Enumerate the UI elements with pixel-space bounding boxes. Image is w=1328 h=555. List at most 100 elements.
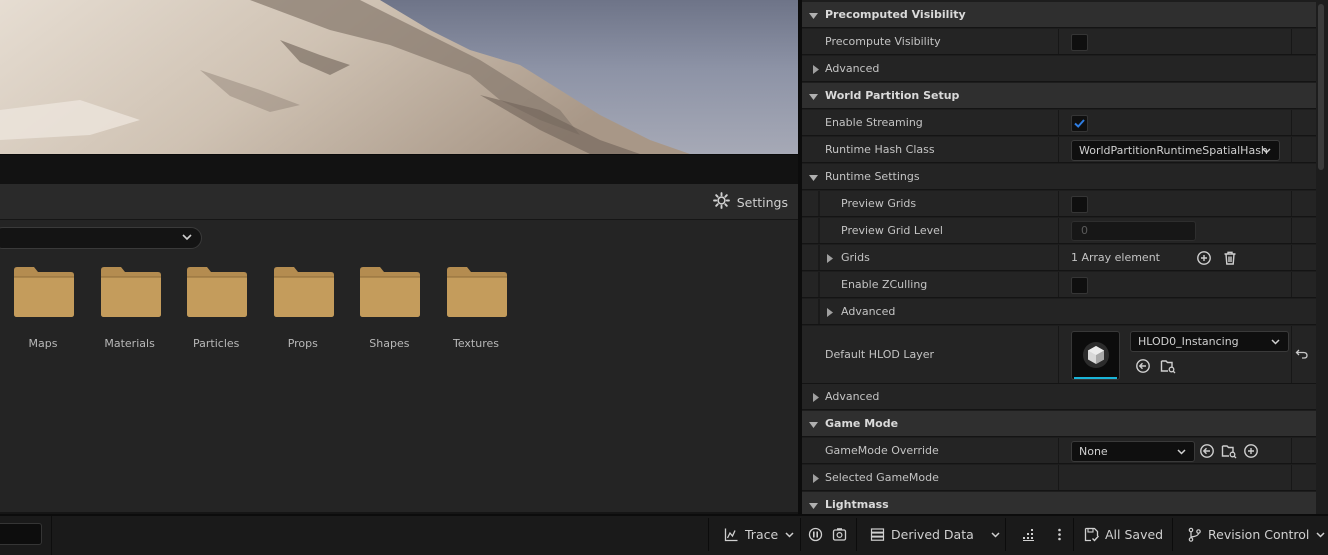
add-element-button[interactable] bbox=[1196, 250, 1212, 266]
path-filter-dropdown[interactable] bbox=[0, 227, 202, 249]
hlod-asset-thumbnail[interactable] bbox=[1071, 331, 1120, 380]
console-command-input[interactable] bbox=[0, 523, 42, 545]
folder-label: Props bbox=[287, 337, 318, 350]
content-browser-toolbar: Settings bbox=[0, 184, 798, 220]
folder-label: Materials bbox=[104, 337, 155, 350]
preview-grid-level-input[interactable]: 0 bbox=[1071, 221, 1196, 241]
property-row-advanced[interactable]: Advanced bbox=[802, 56, 1316, 82]
property-label: Preview Grid Level bbox=[841, 224, 943, 237]
folder-icon bbox=[273, 267, 334, 317]
column-divider bbox=[1058, 438, 1059, 463]
property-row-grids: Grids 1 Array element bbox=[802, 245, 1316, 271]
revision-control-label: Revision Control bbox=[1208, 526, 1310, 542]
viewport-mountain-render bbox=[0, 0, 690, 154]
derived-data-menu-button[interactable]: Derived Data bbox=[870, 516, 1001, 552]
column-divider bbox=[1291, 191, 1292, 216]
category-precomputed-visibility[interactable]: Precomputed Visibility bbox=[802, 2, 1316, 28]
revision-control-menu-button[interactable]: Revision Control bbox=[1187, 516, 1326, 552]
property-label: Enable ZCulling bbox=[841, 278, 928, 291]
new-class-button[interactable] bbox=[1243, 443, 1259, 459]
column-divider bbox=[1291, 29, 1292, 54]
trace-snapshot-button[interactable] bbox=[832, 516, 847, 552]
collapsed-triangle-icon bbox=[813, 393, 819, 402]
details-scrollbar[interactable] bbox=[1318, 4, 1324, 170]
use-selected-class-button[interactable] bbox=[1199, 443, 1215, 459]
property-row-default-hlod-layer: Default HLOD Layer HLOD0_Instancing bbox=[802, 326, 1316, 384]
precompute-visibility-checkbox[interactable] bbox=[1071, 34, 1088, 51]
settings-button[interactable]: Settings bbox=[712, 190, 788, 214]
expand-triangle-icon bbox=[809, 94, 818, 100]
more-options-button[interactable] bbox=[1052, 516, 1067, 552]
status-bar: Trace Derived Data All Saved Revision Co… bbox=[0, 514, 1328, 555]
content-stats-button[interactable] bbox=[1021, 516, 1036, 552]
checkmark-icon bbox=[1074, 119, 1085, 128]
expand-triangle-icon bbox=[809, 503, 818, 509]
use-selected-asset-button[interactable] bbox=[1135, 358, 1151, 374]
world-settings-details-panel: Precomputed Visibility Precompute Visibi… bbox=[802, 0, 1328, 514]
trace-chart-icon bbox=[724, 528, 738, 541]
folder-tile[interactable]: Maps bbox=[3, 262, 83, 352]
column-divider bbox=[1291, 245, 1292, 270]
category-game-mode[interactable]: Game Mode bbox=[802, 411, 1316, 437]
folder-tile[interactable]: Shapes bbox=[349, 262, 429, 352]
kebab-menu-icon bbox=[1058, 528, 1061, 540]
reset-to-default-button[interactable] bbox=[1295, 347, 1309, 361]
status-separator bbox=[800, 518, 801, 551]
status-separator bbox=[1005, 518, 1006, 551]
subcategory-runtime-settings[interactable]: Runtime Settings bbox=[802, 164, 1316, 190]
advanced-label: Advanced bbox=[825, 390, 880, 403]
delete-all-button[interactable] bbox=[1222, 250, 1238, 266]
dropdown-value: WorldPartitionRuntimeSpatialHash bbox=[1079, 144, 1268, 157]
folder-search-icon bbox=[1221, 445, 1237, 459]
column-divider bbox=[1291, 137, 1292, 162]
browse-asset-button[interactable] bbox=[1160, 358, 1176, 374]
indent-bar bbox=[818, 245, 820, 270]
folder-tile[interactable]: Materials bbox=[90, 262, 170, 352]
trace-label: Trace bbox=[745, 526, 779, 542]
folder-tile[interactable]: Particles bbox=[176, 262, 256, 352]
cube-asset-icon bbox=[1083, 342, 1109, 368]
runtime-hash-class-dropdown[interactable]: WorldPartitionRuntimeSpatialHash bbox=[1071, 140, 1280, 161]
folder-tile[interactable]: Textures bbox=[436, 262, 516, 352]
content-browser: Settings Maps Materials Particles Props Shap… bbox=[0, 184, 798, 512]
collapsed-triangle-icon bbox=[813, 65, 819, 74]
gamemode-override-dropdown[interactable]: None bbox=[1071, 441, 1195, 462]
property-row-selected-gamemode[interactable]: Selected GameMode bbox=[802, 465, 1316, 491]
level-viewport[interactable] bbox=[0, 0, 798, 154]
collapsed-triangle-icon[interactable] bbox=[825, 254, 834, 263]
property-row-runtime-advanced[interactable]: Advanced bbox=[802, 299, 1316, 325]
property-row-wp-advanced[interactable]: Advanced bbox=[802, 384, 1316, 410]
column-divider bbox=[1291, 326, 1292, 383]
folder-tile[interactable]: Props bbox=[263, 262, 343, 352]
trace-menu-button[interactable]: Trace bbox=[724, 516, 795, 552]
trash-icon bbox=[1224, 251, 1236, 265]
status-separator bbox=[1073, 518, 1074, 551]
status-separator bbox=[708, 518, 709, 551]
category-label: Game Mode bbox=[825, 417, 899, 430]
hlod-layer-dropdown[interactable]: HLOD0_Instancing bbox=[1130, 331, 1289, 352]
browse-class-button[interactable] bbox=[1221, 443, 1237, 459]
chevron-down-icon bbox=[1316, 531, 1325, 538]
indent-bar bbox=[818, 191, 820, 216]
save-all-button[interactable]: All Saved bbox=[1084, 516, 1163, 552]
trace-record-button[interactable] bbox=[808, 516, 823, 552]
category-lightmass[interactable]: Lightmass bbox=[802, 492, 1316, 514]
column-divider bbox=[1291, 272, 1292, 297]
property-label: Enable Streaming bbox=[825, 116, 923, 129]
chevron-down-icon bbox=[991, 531, 1000, 538]
folder-label: Textures bbox=[453, 337, 499, 350]
viewport-bottom-bar bbox=[0, 154, 798, 184]
property-label: Grids bbox=[841, 251, 870, 264]
expand-triangle-icon bbox=[809, 422, 818, 428]
category-world-partition-setup[interactable]: World Partition Setup bbox=[802, 83, 1316, 109]
column-divider bbox=[1291, 438, 1292, 463]
folder-icon bbox=[360, 267, 421, 317]
enable-streaming-checkbox[interactable] bbox=[1071, 115, 1088, 132]
reset-arrow-icon bbox=[1295, 349, 1308, 359]
indent-bar bbox=[818, 272, 820, 297]
preview-grids-checkbox[interactable] bbox=[1071, 196, 1088, 213]
folder-search-icon bbox=[1160, 360, 1176, 374]
column-divider bbox=[1291, 218, 1292, 243]
enable-zculling-checkbox[interactable] bbox=[1071, 277, 1088, 294]
column-divider bbox=[1058, 110, 1059, 135]
